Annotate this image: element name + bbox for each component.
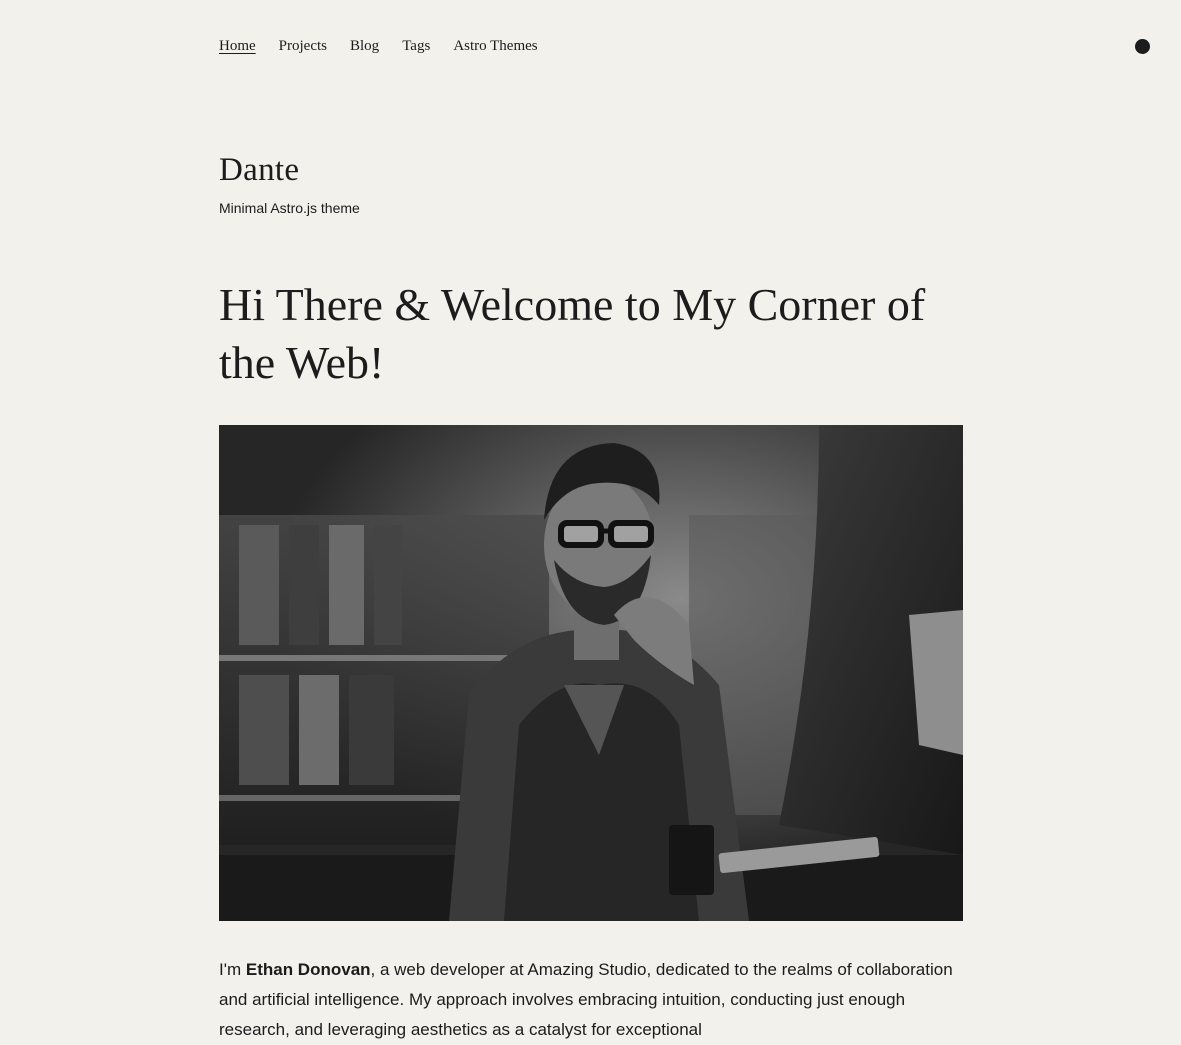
hero-heading: Hi There & Welcome to My Corner of the W…: [219, 279, 926, 388]
hero-photo: [219, 425, 963, 921]
nav-item-astro-themes[interactable]: Astro Themes: [453, 38, 537, 55]
intro-prefix: I'm: [219, 960, 246, 979]
site-subtitle: Minimal Astro.js theme: [219, 200, 360, 216]
intro-name: Ethan Donovan: [245, 960, 371, 979]
nav-item-blog[interactable]: Blog: [350, 38, 379, 55]
nav-item-projects[interactable]: Projects: [279, 38, 327, 55]
nav-item-tags[interactable]: Tags: [402, 38, 430, 55]
main-nav: Home Projects Blog Tags Astro Themes: [219, 38, 561, 55]
site-title[interactable]: Dante: [219, 152, 299, 189]
nav-item-home[interactable]: Home: [219, 38, 256, 55]
intro-paragraph: I'm Ethan Donovan, a web developer at Am…: [219, 955, 963, 1045]
theme-toggle-icon[interactable]: [1135, 39, 1150, 54]
hero-image: [219, 425, 963, 921]
